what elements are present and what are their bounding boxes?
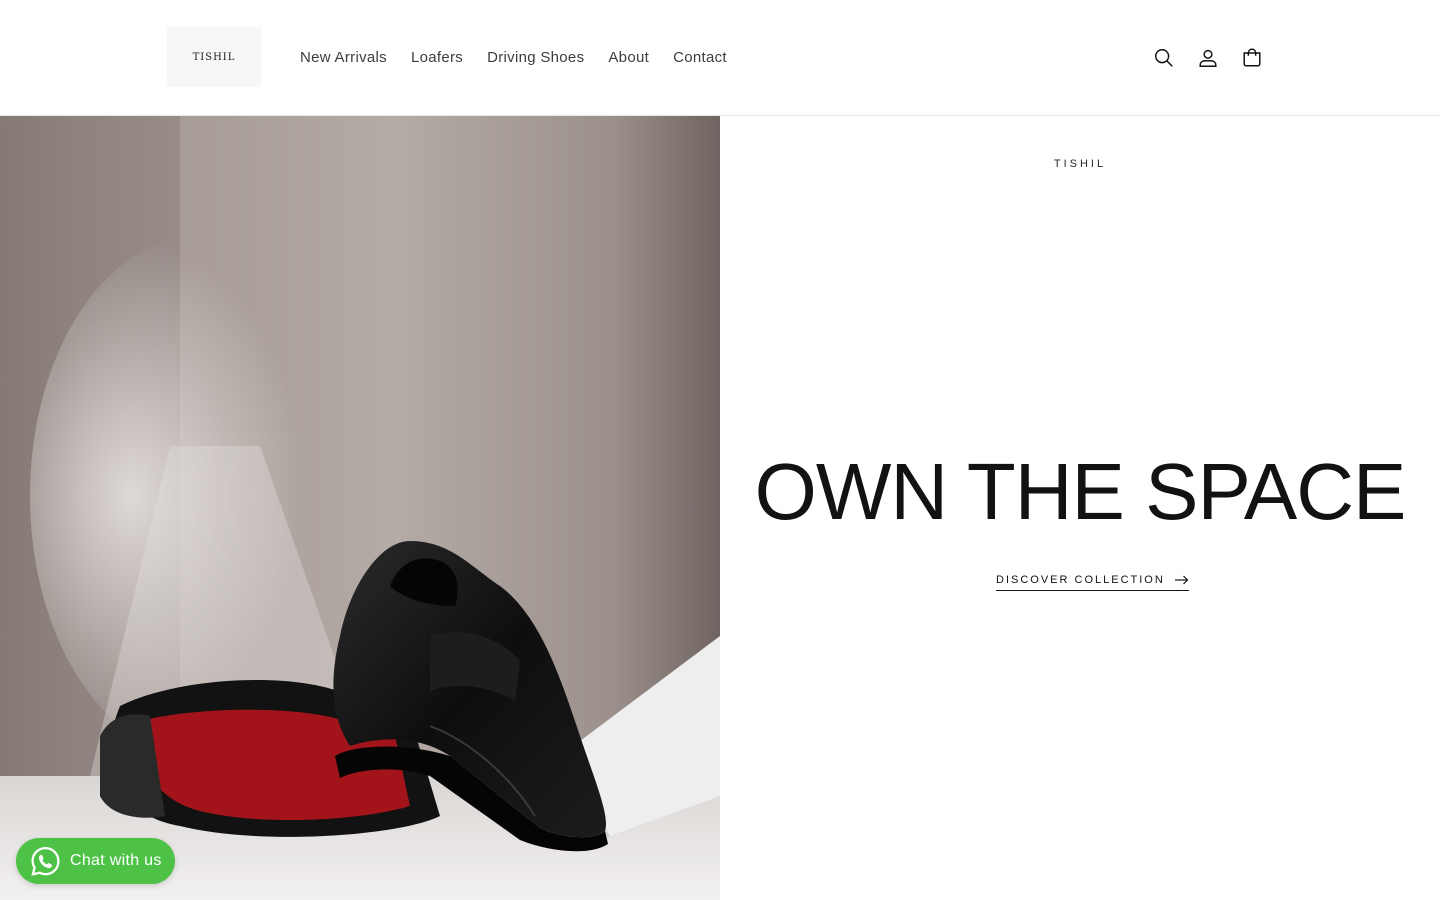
hero-content: TISHIL OWN THE SPACE DISCOVER COLLECTION — [720, 116, 1440, 900]
nav-new-arrivals[interactable]: New Arrivals — [288, 49, 399, 66]
site-logo[interactable]: TISHIL — [167, 27, 261, 87]
main-nav: New Arrivals Loafers Driving Shoes About… — [288, 44, 739, 70]
cart-icon[interactable] — [1230, 36, 1274, 80]
whatsapp-icon — [29, 845, 62, 878]
loafer-illustration — [0, 116, 720, 900]
nav-contact[interactable]: Contact — [661, 49, 739, 66]
nav-driving-shoes[interactable]: Driving Shoes — [475, 49, 596, 66]
header-actions — [1142, 36, 1274, 80]
logo-text: TISHIL — [192, 51, 236, 63]
site-header: TISHIL New Arrivals Loafers Driving Shoe… — [0, 0, 1440, 116]
search-icon[interactable] — [1142, 36, 1186, 80]
discover-collection-button[interactable]: DISCOVER COLLECTION — [996, 571, 1189, 591]
hero-headline: OWN THE SPACE — [754, 447, 1407, 536]
chat-label: Chat with us — [70, 852, 162, 869]
hero-image — [0, 116, 720, 900]
cta-label: DISCOVER COLLECTION — [996, 573, 1165, 586]
hero-brand: TISHIL — [1053, 158, 1107, 170]
nav-loafers[interactable]: Loafers — [399, 49, 475, 66]
nav-about[interactable]: About — [596, 49, 661, 66]
account-icon[interactable] — [1186, 36, 1230, 80]
arrow-right-icon — [1174, 575, 1189, 584]
chat-with-us-button[interactable]: Chat with us — [16, 838, 175, 884]
